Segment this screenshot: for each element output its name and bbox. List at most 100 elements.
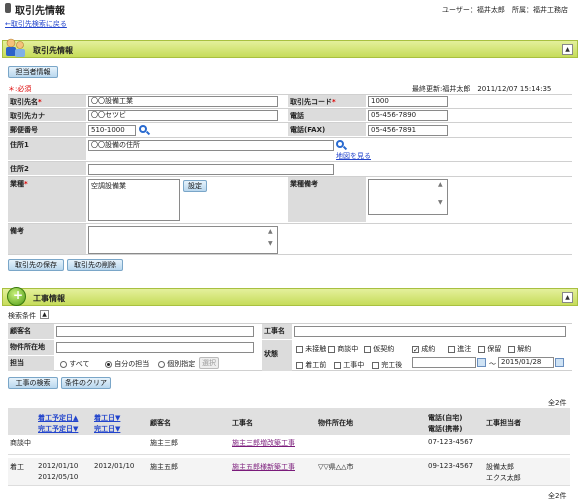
client-kana-label: 取引先カナ bbox=[8, 109, 86, 121]
zip-search-icon[interactable] bbox=[139, 125, 147, 133]
row-start-planned: 2012/01/10 bbox=[38, 462, 79, 470]
row-work-name-link[interactable]: 施主五郎様新築工事 bbox=[232, 462, 295, 472]
search-conditions-toggle[interactable]: ▲ bbox=[40, 310, 49, 319]
fax-input[interactable]: 05-456-7891 bbox=[368, 125, 448, 136]
row-work-name-link[interactable]: 施主三郎増改築工事 bbox=[232, 438, 295, 448]
user-name: ユーザー：福井太郎 bbox=[442, 6, 505, 14]
status-completed-checkbox[interactable]: 完工後 bbox=[372, 360, 402, 370]
row-owner: 設備太郎 bbox=[486, 463, 514, 471]
form-row: 住所1 〇〇設備の住所 地図を見る bbox=[8, 137, 572, 160]
client-panel-collapse-button[interactable]: ▲ bbox=[562, 44, 573, 55]
location-column-header: 物件所在地 bbox=[318, 419, 353, 427]
save-client-button[interactable]: 取引先の保存 bbox=[8, 259, 64, 271]
client-code-input[interactable]: 1000 bbox=[368, 96, 448, 107]
row-start-date: 2012/01/10 bbox=[94, 462, 135, 470]
status-label: 状態 bbox=[262, 340, 292, 371]
date-to-input[interactable]: 2015/01/28 bbox=[498, 357, 554, 368]
result-count-bottom: 全2件 bbox=[548, 492, 567, 500]
textarea-scroll-arrows[interactable]: ▲ ▼ bbox=[438, 182, 446, 206]
status-hold-checkbox[interactable]: 保留 bbox=[478, 344, 501, 354]
work-panel-header: 工事情報 ▲ bbox=[2, 288, 578, 306]
customer-label: 顧客名 bbox=[8, 324, 54, 339]
address1-label: 住所1 bbox=[8, 138, 86, 160]
location-label: 物件所在地 bbox=[8, 340, 54, 355]
remarks-textarea[interactable]: ▲ ▼ bbox=[88, 226, 278, 254]
address1-input[interactable]: 〇〇設備の住所 bbox=[88, 140, 334, 151]
date-from-input[interactable] bbox=[412, 357, 476, 368]
result-count-top: 全2件 bbox=[548, 399, 567, 407]
owner-select-button[interactable]: 選択 bbox=[199, 357, 219, 369]
work-name-input[interactable] bbox=[294, 326, 566, 337]
work-panel-collapse-button[interactable]: ▲ bbox=[562, 292, 573, 303]
add-icon bbox=[7, 287, 26, 306]
phone-mobile-column-header: 電話(携帯) bbox=[428, 425, 463, 433]
phone-input[interactable]: 05-456-7890 bbox=[368, 110, 448, 121]
fax-label: 電話(FAX) bbox=[288, 123, 366, 136]
status-provisional-checkbox[interactable]: 仮契約 bbox=[364, 344, 394, 354]
work-panel-title: 工事情報 bbox=[33, 294, 65, 303]
form-row: 業種* 空調設備業 設定 業種備考 ▲ ▼ bbox=[8, 176, 572, 222]
industry-list[interactable]: 空調設備業 bbox=[88, 179, 180, 221]
form-row: 取引先カナ 〇〇セツビ 電話 05-456-7890 bbox=[8, 108, 572, 121]
row-owner: エクス太郎 bbox=[486, 474, 521, 482]
row-status: 商談中 bbox=[10, 439, 31, 447]
industry-label: 業種* bbox=[8, 177, 86, 222]
zip-input[interactable]: 510-1000 bbox=[88, 125, 136, 136]
status-negotiating-checkbox[interactable]: 商談中 bbox=[328, 344, 358, 354]
client-panel-title: 取引先情報 bbox=[33, 46, 73, 55]
contact-info-button[interactable]: 担当者情報 bbox=[8, 66, 58, 78]
required-note: ＊:必須 bbox=[8, 85, 32, 93]
sort-end-date-link[interactable]: 完工日▼ bbox=[94, 424, 120, 434]
calendar-icon[interactable] bbox=[477, 358, 486, 367]
phone-label: 電話 bbox=[288, 109, 366, 121]
calendar-icon[interactable] bbox=[555, 358, 564, 367]
search-form: 顧客名 物件所在地 担当 すべて 自分の担当 個別指定 選択 工事名 状態 未接… bbox=[8, 323, 572, 371]
phone-home-column-header: 電話(自宅) bbox=[428, 414, 463, 422]
sort-start-date-link[interactable]: 着工日▼ bbox=[94, 413, 120, 423]
client-name-label: 取引先名* bbox=[8, 95, 86, 107]
row-phone: 07-123-4567 bbox=[428, 438, 474, 446]
clear-conditions-button[interactable]: 条件のクリア bbox=[61, 377, 111, 389]
client-kana-input[interactable]: 〇〇セツビ bbox=[88, 110, 278, 121]
sort-start-planned-link[interactable]: 着工予定日▲ bbox=[38, 413, 78, 423]
address-search-icon[interactable] bbox=[336, 140, 344, 148]
address2-input[interactable] bbox=[88, 164, 334, 175]
status-unconnected-checkbox[interactable]: 未接触 bbox=[296, 344, 326, 354]
back-to-search-link[interactable]: ←取引先検索に戻る bbox=[5, 19, 67, 29]
sort-end-planned-link[interactable]: 完工予定日▼ bbox=[38, 424, 78, 434]
row-phone: 09-123-4567 bbox=[428, 462, 474, 470]
form-row: 郵便番号 510-1000 電話(FAX) 05-456-7891 bbox=[8, 122, 572, 136]
date-separator: ～ bbox=[489, 360, 496, 368]
location-input[interactable] bbox=[56, 342, 254, 353]
customer-input[interactable] bbox=[56, 326, 254, 337]
industry-note-label: 業種備考 bbox=[288, 177, 366, 222]
last-updated: 最終更新:福井太郎 2011/12/07 15:14:35 bbox=[412, 85, 552, 93]
status-progress-checkbox[interactable]: 進注 bbox=[448, 344, 471, 354]
client-code-label: 取引先コード* bbox=[288, 95, 366, 107]
address2-label: 住所2 bbox=[8, 162, 86, 175]
owner-option-all[interactable]: すべて bbox=[60, 359, 89, 369]
owner-option-mine[interactable]: 自分の担当 bbox=[105, 359, 149, 369]
work-name-column-header: 工事名 bbox=[232, 419, 253, 427]
owner-column-header: 工事担当者 bbox=[486, 419, 521, 427]
industry-list-item[interactable]: 空調設備業 bbox=[91, 182, 126, 190]
status-cancelled-checkbox[interactable]: 解約 bbox=[508, 344, 531, 354]
form-row: 備考 ▲ ▼ bbox=[8, 223, 572, 255]
user-dept: 所属：福井工務店 bbox=[512, 6, 568, 14]
client-name-input[interactable]: 〇〇設備工業 bbox=[88, 96, 278, 107]
industry-note-textarea[interactable]: ▲ ▼ bbox=[368, 179, 448, 215]
row-customer: 施主三郎 bbox=[150, 439, 178, 447]
textarea-scroll-arrows[interactable]: ▲ ▼ bbox=[268, 229, 276, 247]
industry-set-button[interactable]: 設定 bbox=[183, 180, 207, 192]
search-work-button[interactable]: 工事の検索 bbox=[8, 377, 58, 389]
delete-client-button[interactable]: 取引先の削除 bbox=[67, 259, 123, 271]
status-pre-start-checkbox[interactable]: 着工前 bbox=[296, 360, 326, 370]
owner-option-specific[interactable]: 個別指定 bbox=[158, 359, 195, 369]
status-in-progress-checkbox[interactable]: 工事中 bbox=[334, 360, 364, 370]
remarks-label: 備考 bbox=[8, 224, 86, 254]
view-map-link[interactable]: 地図を見る bbox=[336, 151, 371, 161]
page-title: 取引先情報 bbox=[15, 6, 65, 17]
form-row: 取引先名* 〇〇設備工業 取引先コード* 1000 bbox=[8, 94, 572, 107]
status-contracted-checkbox[interactable]: ✓ 成約 bbox=[412, 344, 435, 354]
top-bar: 取引先情報 ユーザー：福井太郎 所属：福井工務店 bbox=[0, 0, 580, 17]
